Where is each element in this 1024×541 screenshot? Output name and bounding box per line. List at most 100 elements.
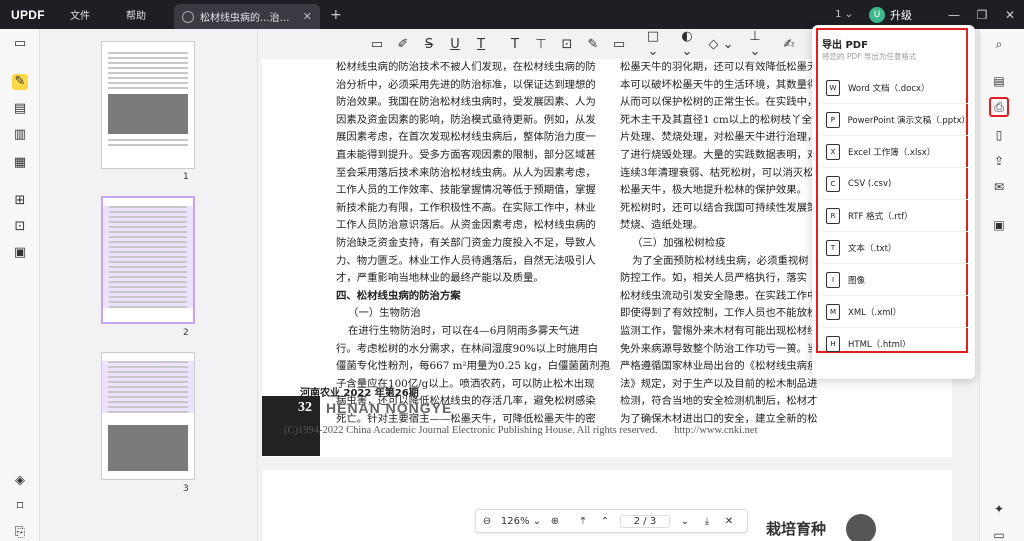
close-nav-icon[interactable]: ✕ bbox=[718, 516, 740, 527]
new-tab-icon[interactable]: + bbox=[330, 7, 342, 23]
text-icon[interactable]: T bbox=[502, 37, 528, 52]
section-emblem-icon bbox=[846, 514, 876, 541]
menu-help[interactable]: 帮助 bbox=[108, 0, 164, 29]
export-title: 导出 PDF bbox=[822, 40, 868, 51]
strikethrough-icon[interactable]: S bbox=[416, 37, 442, 52]
menu-file[interactable]: 文件 bbox=[52, 0, 108, 29]
convert-icon[interactable]: ▯ bbox=[989, 125, 1009, 145]
export-option-label: XML（.xml） bbox=[848, 308, 902, 318]
zoom-in-icon[interactable]: ⊕ bbox=[544, 516, 566, 527]
save-icon[interactable]: ▣ bbox=[989, 215, 1009, 235]
version-dropdown[interactable]: 1 ⌄ bbox=[835, 9, 853, 20]
chat-icon[interactable]: ▭ bbox=[989, 525, 1009, 541]
sticker-icon[interactable]: ◇ ⌄ bbox=[708, 37, 734, 52]
document-icon bbox=[182, 10, 194, 23]
signature-icon[interactable]: ✍ bbox=[776, 37, 802, 52]
layers-icon[interactable]: ◈ bbox=[12, 473, 28, 489]
highlight-icon[interactable]: ✐ bbox=[390, 37, 416, 52]
form-icon[interactable]: ▦ bbox=[12, 155, 28, 171]
text-line: 因素及资金因素的影响，防治模式亟待更新。例如，从发 bbox=[336, 113, 596, 126]
shape-icon[interactable]: □ ⌄ bbox=[640, 29, 666, 59]
thumbnail-page-2[interactable] bbox=[101, 196, 195, 324]
ai-assistant-icon[interactable]: ✦ bbox=[989, 499, 1009, 519]
export-option-label: 文本（.txt） bbox=[848, 244, 897, 254]
next-page-icon[interactable]: ⌄ bbox=[674, 516, 696, 527]
cnki-url: http://www.cnki.net bbox=[674, 425, 758, 436]
bookmark-icon[interactable]: ⌑ bbox=[12, 499, 28, 515]
color-icon[interactable]: ◐ ⌄ bbox=[674, 29, 700, 59]
export-option-word[interactable]: W Word 文档（.docx） bbox=[826, 75, 966, 101]
thumbnail-panel: 1 2 3 bbox=[40, 29, 258, 541]
text-column-left: 松材线虫病的防治技术不被人们发现，在松材线虫病的防 治分析中，必须采用先进的防治… bbox=[336, 59, 610, 428]
export-option-powerpoint[interactable]: P PowerPoint 演示文稿（.pptx） bbox=[826, 107, 970, 133]
squiggly-icon[interactable]: T bbox=[468, 37, 494, 52]
protect-icon[interactable]: ▣ bbox=[12, 245, 28, 261]
share-icon[interactable]: ⇪ bbox=[989, 151, 1009, 171]
export-option-text[interactable]: T 文本（.txt） bbox=[826, 235, 966, 261]
html-icon: H bbox=[826, 336, 840, 352]
search-icon[interactable]: ⌕ bbox=[989, 34, 1009, 54]
right-toolbar: ⌕ ▤ ⎙ ▯ ⇪ ✉ ▣ ✦ ▭ bbox=[979, 29, 1024, 541]
app-logo[interactable]: UPDF bbox=[0, 8, 52, 22]
export-option-excel[interactable]: X Excel 工作簿（.xlsx） bbox=[826, 139, 966, 165]
underline-icon[interactable]: U bbox=[442, 37, 468, 52]
ocr-icon[interactable]: ⊞ bbox=[12, 193, 28, 209]
export-option-html[interactable]: H HTML（.html） bbox=[826, 331, 966, 357]
copyright-line: (C)1994-2022 China Academic Journal Elec… bbox=[284, 425, 758, 436]
stamp-icon[interactable]: ⊥ ⌄ bbox=[742, 29, 768, 59]
text-line: 才，严重影响当地林业的最终产能以及质量。 bbox=[336, 272, 544, 285]
upgrade-button[interactable]: U 升级 bbox=[869, 6, 912, 23]
thumbnails-icon[interactable]: ▭ bbox=[12, 36, 28, 52]
ocr-scan-icon[interactable]: ▤ bbox=[989, 71, 1009, 91]
close-window-icon[interactable]: ✕ bbox=[996, 8, 1024, 22]
export-option-label: Word 文档（.docx） bbox=[848, 84, 930, 94]
email-icon[interactable]: ✉ bbox=[989, 177, 1009, 197]
xml-icon: M bbox=[826, 304, 840, 320]
word-icon: W bbox=[826, 80, 840, 96]
last-page-icon[interactable]: ⤓ bbox=[696, 516, 718, 527]
page-navigation-bar: ⊖ 126% ⌄ ⊕ ⤒ ⌃ 2 / 3 ⌄ ⤓ ✕ bbox=[475, 509, 748, 533]
export-option-xml[interactable]: M XML（.xml） bbox=[826, 299, 966, 325]
export-option-label: HTML（.html） bbox=[848, 340, 911, 350]
text-line: 在进行生物防治时，可以在4—6月阴雨多雾天气进 bbox=[348, 324, 580, 337]
previous-page-icon[interactable]: ⌃ bbox=[594, 516, 616, 527]
comment-icon[interactable]: ✎ bbox=[12, 74, 28, 90]
version-label: 1 bbox=[835, 9, 842, 20]
eraser-icon[interactable]: ▭ bbox=[606, 37, 632, 52]
powerpoint-icon: P bbox=[826, 112, 840, 128]
document-tab[interactable]: 松材线虫病的...治对策_田勇 ✕ bbox=[174, 4, 320, 29]
text-line: 至会采用落后技术来防治松材线虫病。从人为因素考虑， bbox=[336, 166, 596, 179]
tab-close-icon[interactable]: ✕ bbox=[303, 10, 312, 23]
minimize-icon[interactable]: — bbox=[940, 8, 968, 22]
text-line: 治分析中，必须采用先进的防治标准，以保证达到理想的 bbox=[336, 78, 596, 91]
text-line: 检测，符合当地的安全检测机制后，松材才 bbox=[620, 395, 818, 408]
excel-icon: X bbox=[826, 144, 840, 160]
first-page-icon[interactable]: ⤒ bbox=[572, 516, 594, 527]
export-option-image[interactable]: I 图像 bbox=[826, 267, 966, 293]
callout-icon[interactable]: ⊡ bbox=[554, 37, 580, 52]
crop-icon[interactable]: ⊡ bbox=[12, 219, 28, 235]
attachment-icon[interactable]: ⎘ bbox=[12, 525, 28, 541]
text-line: 行。考虑松树的水分需求，在林间湿度90%以上时施用白 bbox=[336, 342, 599, 355]
thumbnail-number: 1 bbox=[183, 172, 189, 182]
page-number-input[interactable]: 2 / 3 bbox=[620, 514, 670, 528]
text-line: 展因素考虑，在首次发现松材线虫病后，整体防治力度一 bbox=[336, 131, 596, 144]
text-line: 直未能得到提升。受多方面客观因素的限制，部分区域甚 bbox=[336, 148, 596, 161]
avatar: U bbox=[869, 6, 885, 23]
export-option-rtf[interactable]: R RTF 格式（.rtf） bbox=[826, 203, 966, 229]
restore-icon[interactable]: ❐ bbox=[968, 8, 996, 22]
zoom-dropdown[interactable]: 126% ⌄ bbox=[498, 516, 544, 527]
page-organize-icon[interactable]: ▥ bbox=[12, 127, 28, 143]
thumbnail-page-1[interactable] bbox=[101, 41, 195, 169]
note-icon[interactable]: ▭ bbox=[364, 37, 390, 52]
zoom-out-icon[interactable]: ⊖ bbox=[476, 516, 498, 527]
edit-pdf-icon[interactable]: ▤ bbox=[12, 101, 28, 117]
export-subtitle: 将您的 PDF 导出为任意格式 bbox=[822, 52, 917, 61]
export-pdf-icon[interactable]: ⎙ bbox=[989, 97, 1009, 117]
thumbnail-page-3[interactable] bbox=[101, 352, 195, 480]
export-option-label: 图像 bbox=[848, 276, 866, 286]
export-option-csv[interactable]: C CSV (.csv) bbox=[826, 171, 966, 197]
textbox-icon[interactable]: ⊤ bbox=[528, 37, 554, 52]
pencil-icon[interactable]: ✎ bbox=[580, 37, 606, 52]
image-icon: I bbox=[826, 272, 840, 288]
